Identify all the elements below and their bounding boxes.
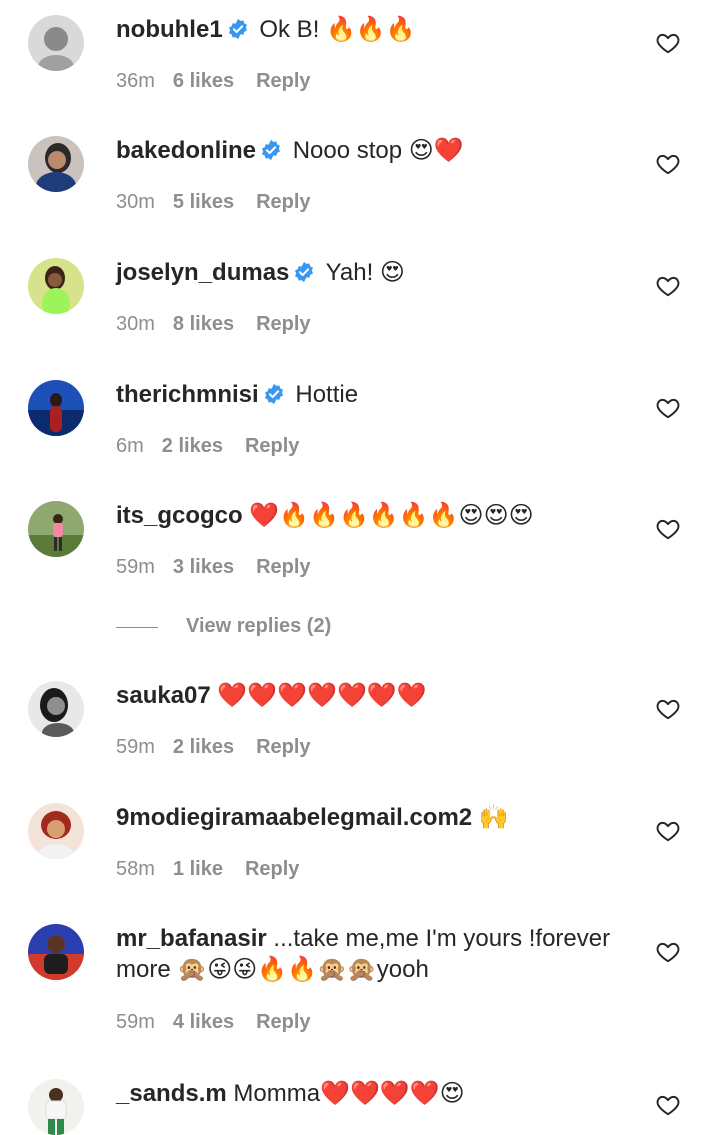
heart-outline-icon[interactable] [655, 273, 681, 299]
avatar[interactable] [28, 1079, 84, 1135]
username[interactable]: its_gcogco [116, 502, 243, 529]
username[interactable]: 9modiegiramaabelegmail.com2 [116, 804, 472, 831]
likes-count[interactable]: 6 likes [173, 70, 234, 92]
comment-meta: 30m 8 likes Reply [116, 313, 311, 336]
comment-item: its_gcogco ❤️🔥🔥🔥🔥🔥🔥😍😍😍 59m 3 likes Reply [0, 486, 720, 596]
heart-outline-icon[interactable] [655, 151, 681, 177]
heart-outline-icon[interactable] [655, 1092, 681, 1118]
comment-body: sauka07 ❤️❤️❤️❤️❤️❤️❤️ [116, 680, 636, 711]
avatar[interactable] [28, 681, 84, 737]
heart-outline-icon[interactable] [655, 696, 681, 722]
comment-item: _sands.m Momma❤️❤️❤️❤️😍 [0, 1064, 720, 1135]
avatar[interactable] [28, 924, 84, 980]
comment-time: 30m [116, 313, 155, 335]
username[interactable]: _sands.m [116, 1080, 227, 1107]
comment-text: Yah! 😍 [325, 259, 405, 286]
avatar[interactable] [28, 803, 84, 859]
avatar[interactable] [28, 380, 84, 436]
comment-time: 58m [116, 858, 155, 880]
comment-meta: 59m 4 likes Reply [116, 1011, 311, 1034]
comments-list: nobuhle1 Ok B! 🔥🔥🔥 36m 6 likes Reply baked… [0, 0, 720, 1135]
comment-body: nobuhle1 Ok B! 🔥🔥🔥 [116, 14, 636, 45]
avatar[interactable] [28, 501, 84, 557]
comment-meta: 36m 6 likes Reply [116, 70, 311, 93]
comment-text: 🙌 [478, 804, 509, 831]
divider-line [116, 627, 158, 628]
heart-outline-icon[interactable] [655, 939, 681, 965]
comment-text: Ok B! 🔥🔥🔥 [259, 16, 416, 43]
heart-outline-icon[interactable] [655, 516, 681, 542]
comment-text: Momma❤️❤️❤️❤️😍 [233, 1080, 465, 1107]
comment-item: bakedonline Nooo stop 😍❤️ 30m 5 likes Repl… [0, 121, 720, 231]
comment-item: sauka07 ❤️❤️❤️❤️❤️❤️❤️ 59m 2 likes Reply [0, 666, 720, 776]
reply-button[interactable]: Reply [256, 556, 310, 578]
comment-time: 59m [116, 1011, 155, 1033]
username[interactable]: joselyn_dumas [116, 259, 289, 286]
avatar[interactable] [28, 258, 84, 314]
reply-button[interactable]: Reply [256, 736, 310, 758]
heart-outline-icon[interactable] [655, 30, 681, 56]
heart-outline-icon[interactable] [655, 818, 681, 844]
comment-body: 9modiegiramaabelegmail.com2 🙌 [116, 802, 636, 833]
reply-button[interactable]: Reply [256, 1011, 310, 1033]
verified-badge-icon [263, 383, 285, 405]
view-replies-label: View replies (2) [186, 615, 332, 637]
reply-button[interactable]: Reply [256, 313, 310, 335]
reply-button[interactable]: Reply [245, 435, 299, 457]
comment-body: therichmnisi Hottie [116, 379, 636, 410]
comment-body: joselyn_dumas Yah! 😍 [116, 257, 636, 288]
comment-text: ❤️❤️❤️❤️❤️❤️❤️ [217, 682, 427, 709]
reply-button[interactable]: Reply [245, 858, 299, 880]
comment-time: 59m [116, 556, 155, 578]
comment-meta: 30m 5 likes Reply [116, 191, 311, 214]
avatar[interactable] [28, 15, 84, 71]
comment-body: its_gcogco ❤️🔥🔥🔥🔥🔥🔥😍😍😍 [116, 500, 636, 531]
verified-badge-icon [293, 261, 315, 283]
username[interactable]: mr_bafanasir [116, 925, 267, 952]
comment-body: mr_bafanasir ...take me,me I'm yours !fo… [116, 923, 636, 985]
comment-meta: 6m 2 likes Reply [116, 435, 299, 458]
username[interactable]: therichmnisi [116, 381, 259, 408]
comment-time: 6m [116, 435, 144, 457]
likes-count[interactable]: 5 likes [173, 191, 234, 213]
comment-meta: 59m 3 likes Reply [116, 556, 311, 579]
likes-count[interactable]: 2 likes [162, 435, 223, 457]
username[interactable]: bakedonline [116, 137, 256, 164]
comment-text: Hottie [295, 381, 359, 408]
comment-body: bakedonline Nooo stop 😍❤️ [116, 135, 636, 166]
likes-count[interactable]: 3 likes [173, 556, 234, 578]
reply-button[interactable]: Reply [256, 191, 310, 213]
heart-outline-icon[interactable] [655, 395, 681, 421]
likes-count[interactable]: 4 likes [173, 1011, 234, 1033]
likes-count[interactable]: 8 likes [173, 313, 234, 335]
likes-count[interactable]: 2 likes [173, 736, 234, 758]
comment-item: nobuhle1 Ok B! 🔥🔥🔥 36m 6 likes Reply [0, 0, 720, 110]
comment-time: 59m [116, 736, 155, 758]
comment-text: ❤️🔥🔥🔥🔥🔥🔥😍😍😍 [249, 502, 534, 529]
likes-count[interactable]: 1 like [173, 858, 223, 880]
comment-item: mr_bafanasir ...take me,me I'm yours !fo… [0, 909, 720, 1059]
comment-text: Nooo stop 😍❤️ [292, 137, 464, 164]
comment-time: 30m [116, 191, 155, 213]
comment-item: 9modiegiramaabelegmail.com2 🙌 58m 1 like R… [0, 788, 720, 898]
reply-button[interactable]: Reply [256, 70, 310, 92]
view-replies-button[interactable]: View replies (2) [116, 614, 416, 644]
verified-badge-icon [227, 18, 249, 40]
comment-meta: 59m 2 likes Reply [116, 736, 311, 759]
avatar[interactable] [28, 136, 84, 192]
comment-body: _sands.m Momma❤️❤️❤️❤️😍 [116, 1078, 636, 1109]
username[interactable]: nobuhle1 [116, 16, 223, 43]
username[interactable]: sauka07 [116, 682, 211, 709]
verified-badge-icon [260, 139, 282, 161]
comment-item: therichmnisi Hottie 6m 2 likes Reply [0, 365, 720, 475]
comment-time: 36m [116, 70, 155, 92]
comment-meta: 58m 1 like Reply [116, 858, 299, 881]
comment-item: joselyn_dumas Yah! 😍 30m 8 likes Reply [0, 243, 720, 353]
